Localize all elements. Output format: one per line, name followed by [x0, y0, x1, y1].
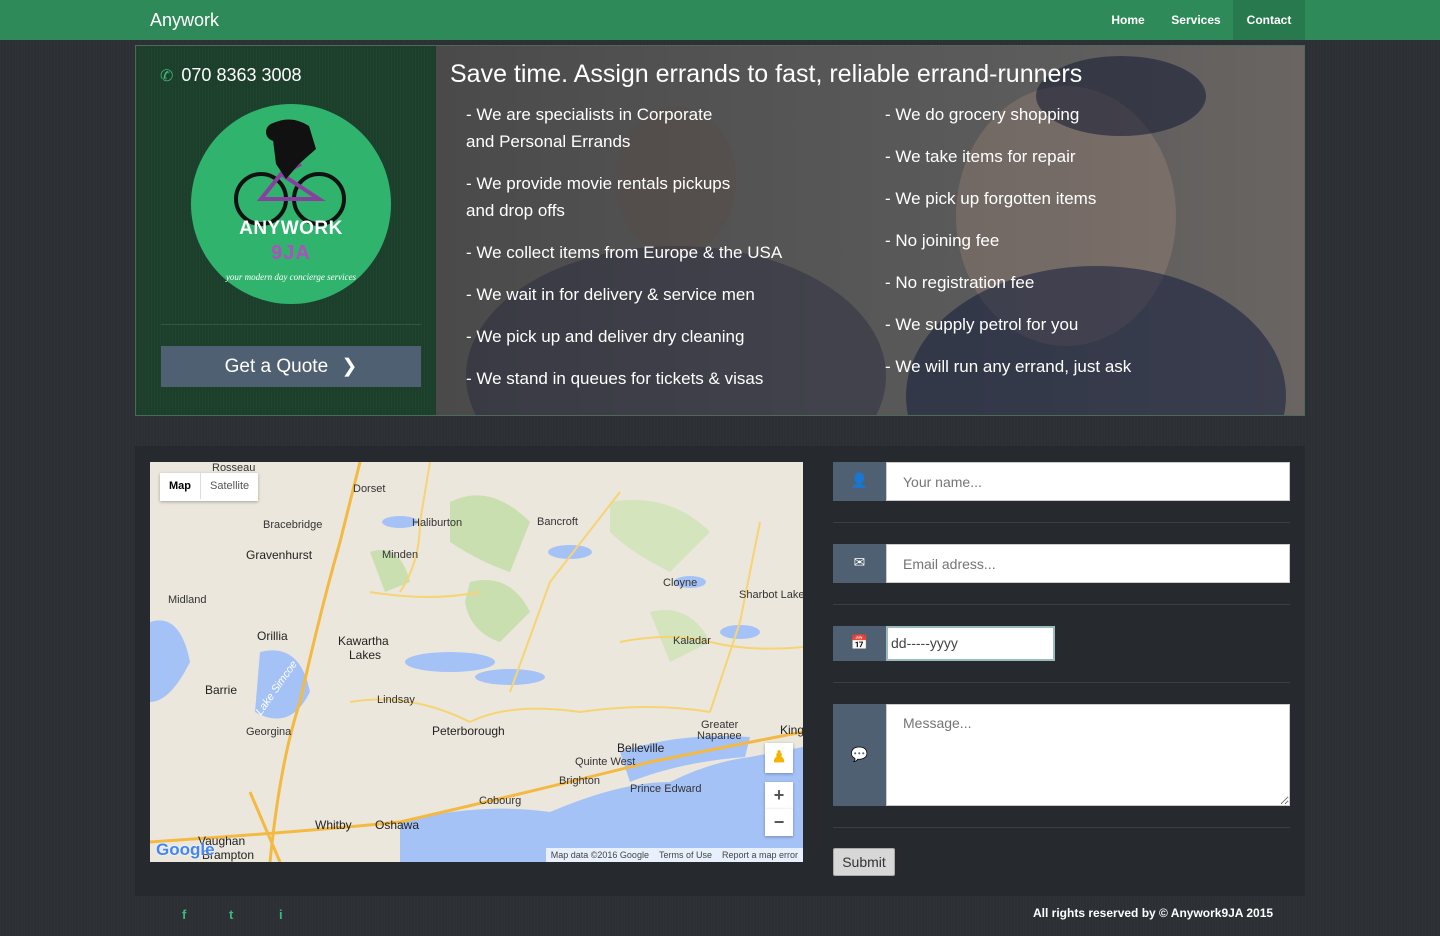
chevron-right-icon: ❯: [341, 356, 358, 377]
hero-section: ✆ 070 8363 3008 ANYWORK 9JA your modern d…: [135, 45, 1305, 416]
service-item: - We pick up and deliver dry cleaning: [466, 327, 745, 346]
sidebar-divider: [161, 324, 421, 325]
report-error-link[interactable]: Report a map error: [717, 850, 803, 860]
map-label: Gravenhurst: [246, 548, 313, 562]
map-label: Lakes: [349, 648, 382, 662]
zoom-out-button[interactable]: −: [765, 809, 793, 836]
service-item: - We pick up forgotten items: [885, 189, 1097, 208]
map-label: Cloyne: [663, 577, 698, 589]
map-canvas: [150, 462, 803, 862]
logo-tagline: your modern day concierge services: [225, 272, 357, 282]
instagram-icon[interactable]: i: [279, 907, 283, 922]
map-footer: Map data ©2016 Google Terms of Use Report …: [545, 848, 803, 862]
map-label: King: [780, 723, 803, 737]
map-label: Midland: [168, 594, 207, 606]
service-item: - We supply petrol for you: [885, 315, 1079, 334]
service-item: - No registration fee: [885, 273, 1035, 292]
service-item: - We provide movie rentals pickups: [466, 174, 731, 193]
calendar-icon: 📅: [833, 626, 886, 661]
hero-banner: Save time. Assign errands to fast, relia…: [436, 46, 1304, 415]
get-quote-label: Get a Quote: [224, 356, 329, 377]
map-type-map[interactable]: Map: [160, 473, 200, 499]
comment-icon: 💬: [833, 704, 886, 806]
copyright-text: All rights reserved by © Anywork9JA 2015: [1033, 906, 1274, 920]
phone-icon: ✆: [160, 68, 174, 85]
map-label: Whitby: [315, 818, 352, 832]
google-logo: Google: [156, 840, 215, 859]
phone-text: 070 8363 3008: [181, 65, 302, 85]
anywork-logo: ANYWORK 9JA your modern day concierge se…: [191, 104, 391, 304]
twitter-icon[interactable]: t: [229, 907, 233, 922]
map-label: Oshawa: [375, 818, 420, 832]
map-label: Kaladar: [673, 635, 711, 647]
nav-services[interactable]: Services: [1160, 0, 1232, 40]
name-input[interactable]: [886, 462, 1290, 501]
map-label: Lindsay: [377, 694, 415, 706]
form-divider: [833, 682, 1290, 683]
pegman-icon[interactable]: ♟: [765, 743, 793, 773]
form-divider: [833, 522, 1290, 523]
map-label: Rosseau: [212, 462, 256, 474]
brand-link[interactable]: Anywork: [150, 10, 219, 31]
nav-contact[interactable]: Contact: [1233, 0, 1305, 40]
hero-sidebar: ✆ 070 8363 3008 ANYWORK 9JA your modern d…: [136, 46, 436, 415]
map-label: Peterborough: [432, 724, 505, 738]
service-item: - We will run any errand, just ask: [885, 357, 1132, 376]
get-quote-button[interactable]: Get a Quote ❯: [161, 346, 421, 387]
service-item: - We stand in queues for tickets & visas: [466, 369, 764, 388]
map-label: Haliburton: [412, 517, 463, 529]
map-label: Minden: [382, 549, 419, 561]
map-label: Prince Edward: [630, 783, 702, 795]
form-divider: [833, 827, 1290, 828]
map-label: Bracebridge: [263, 519, 323, 531]
date-input[interactable]: dd-----yyyy: [886, 626, 1055, 661]
phone-number: ✆ 070 8363 3008: [160, 65, 302, 86]
map-label: Georgina: [246, 726, 292, 738]
service-item: - We collect items from Europe & the USA: [466, 243, 783, 262]
terms-link[interactable]: Terms of Use: [654, 850, 717, 860]
map-type-satellite[interactable]: Satellite: [200, 473, 258, 499]
service-item: - We take items for repair: [885, 147, 1076, 166]
envelope-icon: ✉: [833, 544, 886, 583]
google-map[interactable]: Map Satellite Rosseau Dorset Bracebridge …: [150, 462, 803, 862]
form-divider: [833, 604, 1290, 605]
zoom-in-button[interactable]: +: [765, 782, 793, 809]
service-item: - We do grocery shopping: [885, 105, 1080, 124]
map-label: Cobourg: [479, 795, 522, 807]
map-label: Orillia: [257, 629, 288, 643]
logo-title: ANYWORK: [239, 218, 343, 239]
map-label: Brighton: [559, 775, 600, 787]
map-label: Bancroft: [537, 516, 578, 528]
service-item: - We are specialists in Corporate: [466, 105, 713, 124]
map-label: Quinte West: [575, 756, 636, 768]
email-input[interactable]: [886, 544, 1290, 583]
service-item: and Personal Errands: [466, 132, 631, 151]
map-label: Kawartha: [338, 634, 389, 648]
map-data-credit: Map data ©2016 Google: [550, 850, 649, 860]
message-textarea[interactable]: [886, 704, 1290, 806]
map-label: Belleville: [617, 741, 665, 755]
facebook-icon[interactable]: f: [182, 907, 186, 922]
map-label: Napanee: [697, 730, 742, 742]
map-label: Sharbot Lake: [739, 589, 803, 601]
user-icon: 👤: [833, 462, 886, 501]
submit-button[interactable]: Submit: [833, 848, 895, 876]
top-navbar: Anywork Home Services Contact: [0, 0, 1440, 40]
map-type-control: Map Satellite: [160, 473, 259, 501]
hero-title: Save time. Assign errands to fast, relia…: [450, 60, 1083, 88]
service-item: and drop offs: [466, 201, 565, 220]
service-item: - No joining fee: [885, 231, 1000, 250]
map-label: Dorset: [353, 483, 386, 495]
nav-home[interactable]: Home: [1099, 0, 1157, 40]
service-item: - We wait in for delivery & service men: [466, 285, 755, 304]
logo-subtitle: 9JA: [271, 242, 311, 264]
map-label: Barrie: [205, 683, 238, 697]
